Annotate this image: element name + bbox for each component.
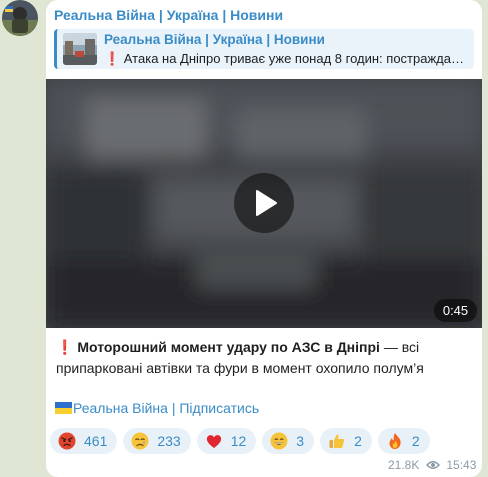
- reaction-fire[interactable]: 2: [377, 428, 430, 454]
- play-icon: [256, 190, 277, 216]
- grinning-face-icon: [270, 432, 288, 450]
- reply-thumbnail: [63, 33, 97, 65]
- reaction-thumbs-up[interactable]: 2: [320, 428, 372, 454]
- reaction-count: 233: [157, 433, 181, 449]
- thumbs-up-icon: [329, 434, 345, 448]
- ukraine-flag-icon: [55, 402, 72, 414]
- message-time: 15:43: [446, 458, 477, 472]
- reaction-count: 2: [411, 433, 420, 449]
- video-duration: 0:45: [434, 299, 477, 322]
- reaction-count: 461: [84, 433, 108, 449]
- reaction-count: 2: [354, 433, 362, 449]
- subscribe-label: Реальна Війна | Підписатись: [73, 400, 260, 416]
- reaction-grinning[interactable]: 3: [262, 428, 315, 454]
- reply-preview: ❗ Атака на Дніпро триває уже понад 8 год…: [104, 51, 470, 66]
- channel-name[interactable]: Реальна Війна | Україна | Новини: [54, 7, 283, 23]
- alert-emoji: ❗: [56, 339, 74, 355]
- reply-title: Реальна Війна | Україна | Новини: [104, 32, 325, 47]
- play-button[interactable]: [234, 173, 294, 233]
- fire-icon: [389, 433, 401, 449]
- eye-icon: [426, 461, 441, 469]
- message-caption: ❗ Моторошний момент удару по АЗС в Дніпр…: [56, 337, 476, 379]
- view-count: 21.8K: [388, 458, 420, 472]
- message-meta: 21.8K 15:43: [388, 458, 476, 472]
- reaction-crying[interactable]: 233: [123, 428, 191, 454]
- crying-face-icon: [131, 432, 149, 450]
- reaction-count: 3: [296, 433, 305, 449]
- reply-quote[interactable]: Реальна Війна | Україна | Новини ❗ Атака…: [54, 29, 474, 69]
- avatar-image: [2, 0, 38, 36]
- channel-avatar[interactable]: [2, 0, 38, 36]
- subscribe-link[interactable]: Реальна Війна | Підписатись: [55, 400, 259, 416]
- angry-face-icon: [58, 432, 76, 450]
- reaction-count: 12: [230, 433, 247, 449]
- reaction-angry[interactable]: 461: [50, 428, 118, 454]
- red-heart-icon: [206, 435, 221, 448]
- reactions-bar: 461 233 12 3 2 2: [50, 428, 430, 454]
- caption-headline: Моторошний момент удару по АЗС в Дніпрі: [77, 339, 380, 355]
- reaction-heart[interactable]: 12: [196, 428, 257, 454]
